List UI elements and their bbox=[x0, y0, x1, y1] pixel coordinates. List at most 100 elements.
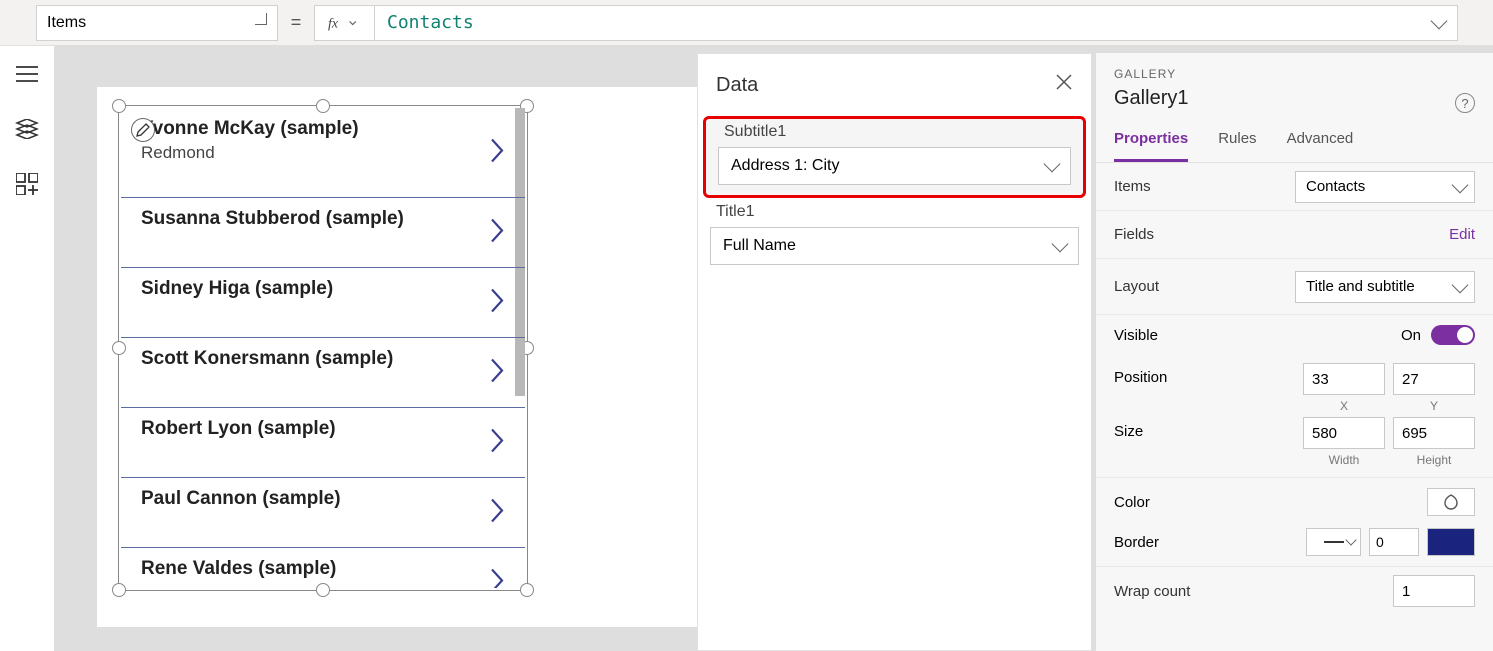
prop-row-color-border: Color Border bbox=[1096, 478, 1493, 567]
item-title: Robert Lyon (sample) bbox=[141, 418, 505, 440]
visible-toggle[interactable] bbox=[1431, 325, 1475, 345]
color-picker[interactable] bbox=[1427, 488, 1475, 516]
fx-button[interactable]: fx bbox=[314, 5, 374, 41]
chevron-down-icon bbox=[255, 13, 267, 25]
chevron-down-icon bbox=[1044, 156, 1061, 173]
size-label: Size bbox=[1114, 417, 1303, 440]
item-title: Sidney Higa (sample) bbox=[141, 278, 505, 300]
title-label: Title1 bbox=[710, 203, 1079, 221]
size-h-input[interactable] bbox=[1393, 417, 1475, 449]
property-selector[interactable]: Items bbox=[36, 5, 278, 41]
chevron-right-icon[interactable] bbox=[489, 136, 505, 169]
prop-row-visible-pos-size: Visible On Position X Y Size Width Heigh… bbox=[1096, 315, 1493, 478]
y-sublabel: Y bbox=[1393, 399, 1475, 413]
items-select[interactable]: Contacts bbox=[1295, 171, 1475, 203]
subtitle-value: Address 1: City bbox=[731, 157, 839, 175]
title-value: Full Name bbox=[723, 237, 796, 255]
properties-header: GALLERY Gallery1 ? bbox=[1096, 53, 1493, 118]
item-title: Yvonne McKay (sample) bbox=[141, 118, 505, 140]
border-style-select[interactable] bbox=[1306, 528, 1361, 556]
list-item[interactable]: Sidney Higa (sample) bbox=[121, 268, 525, 338]
tab-rules[interactable]: Rules bbox=[1218, 130, 1256, 162]
gallery-control[interactable]: Yvonne McKay (sample) Redmond Susanna Stub… bbox=[118, 105, 528, 591]
chevron-down-icon bbox=[1452, 276, 1469, 293]
title-field-group: Title1 Full Name bbox=[698, 198, 1091, 275]
chevron-down-icon bbox=[1052, 236, 1069, 253]
list-item[interactable]: Paul Cannon (sample) bbox=[121, 478, 525, 548]
prop-row-wrap: Wrap count bbox=[1096, 567, 1493, 615]
edit-icon[interactable] bbox=[131, 118, 155, 142]
list-item[interactable]: Yvonne McKay (sample) Redmond bbox=[121, 108, 525, 198]
data-button[interactable] bbox=[0, 156, 54, 211]
position-x-input[interactable] bbox=[1303, 363, 1385, 395]
item-title: Paul Cannon (sample) bbox=[141, 488, 505, 510]
chevron-right-icon[interactable] bbox=[489, 566, 505, 588]
items-value: Contacts bbox=[1306, 178, 1365, 195]
data-panel-title: Data bbox=[716, 74, 758, 97]
x-sublabel: X bbox=[1303, 399, 1385, 413]
wrap-label: Wrap count bbox=[1114, 583, 1393, 600]
close-icon[interactable] bbox=[1055, 73, 1073, 97]
chevron-down-icon bbox=[1431, 12, 1448, 29]
layout-value: Title and subtitle bbox=[1306, 278, 1415, 295]
items-label: Items bbox=[1114, 178, 1295, 195]
properties-tabs: Properties Rules Advanced bbox=[1096, 130, 1493, 163]
visible-label: Visible bbox=[1114, 327, 1401, 344]
position-y-input[interactable] bbox=[1393, 363, 1475, 395]
control-name: Gallery1 bbox=[1114, 87, 1475, 110]
subtitle-label: Subtitle1 bbox=[718, 123, 1071, 141]
fields-edit-link[interactable]: Edit bbox=[1449, 226, 1475, 243]
data-panel-header: Data bbox=[698, 54, 1091, 116]
chevron-down-icon bbox=[1345, 534, 1356, 545]
chevron-right-icon[interactable] bbox=[489, 496, 505, 529]
border-color-picker[interactable] bbox=[1427, 528, 1475, 556]
tab-advanced[interactable]: Advanced bbox=[1287, 130, 1354, 162]
prop-row-items: Items Contacts bbox=[1096, 163, 1493, 211]
chevron-right-icon[interactable] bbox=[489, 426, 505, 459]
size-w-input[interactable] bbox=[1303, 417, 1385, 449]
fields-label: Fields bbox=[1114, 226, 1449, 243]
layout-select[interactable]: Title and subtitle bbox=[1295, 271, 1475, 303]
chevron-right-icon[interactable] bbox=[489, 356, 505, 389]
tab-properties[interactable]: Properties bbox=[1114, 130, 1188, 162]
list-item[interactable]: Susanna Stubberod (sample) bbox=[121, 198, 525, 268]
equals-icon: = bbox=[278, 12, 314, 33]
prop-row-layout: Layout Title and subtitle bbox=[1096, 259, 1493, 315]
border-width-input[interactable] bbox=[1369, 528, 1419, 556]
item-subtitle: Redmond bbox=[141, 143, 505, 163]
tree-view-button[interactable] bbox=[0, 46, 54, 101]
canvas-area: Yvonne McKay (sample) Redmond Susanna Stub… bbox=[55, 45, 1493, 651]
visible-on-label: On bbox=[1401, 327, 1421, 344]
list-item[interactable]: Rene Valdes (sample) bbox=[121, 548, 525, 588]
list-item[interactable]: Scott Konersmann (sample) bbox=[121, 338, 525, 408]
chevron-right-icon[interactable] bbox=[489, 216, 505, 249]
item-title: Scott Konersmann (sample) bbox=[141, 348, 505, 370]
formula-bar: Items = fx Contacts bbox=[0, 0, 1493, 45]
color-label: Color bbox=[1114, 494, 1427, 511]
item-title: Susanna Stubberod (sample) bbox=[141, 208, 505, 230]
layout-label: Layout bbox=[1114, 278, 1295, 295]
properties-panel: GALLERY Gallery1 ? Properties Rules Adva… bbox=[1095, 53, 1493, 651]
help-icon[interactable]: ? bbox=[1455, 93, 1475, 113]
property-selected-label: Items bbox=[47, 14, 86, 32]
w-sublabel: Width bbox=[1303, 453, 1385, 467]
chevron-right-icon[interactable] bbox=[489, 286, 505, 319]
subtitle-select[interactable]: Address 1: City bbox=[718, 147, 1071, 185]
title-select[interactable]: Full Name bbox=[710, 227, 1079, 265]
left-rail bbox=[0, 45, 55, 651]
item-title: Rene Valdes (sample) bbox=[141, 558, 505, 580]
prop-row-fields: Fields Edit bbox=[1096, 211, 1493, 259]
list-item[interactable]: Robert Lyon (sample) bbox=[121, 408, 525, 478]
border-label: Border bbox=[1114, 534, 1306, 551]
wrap-input[interactable] bbox=[1393, 575, 1475, 607]
control-category: GALLERY bbox=[1114, 67, 1475, 81]
formula-input[interactable]: Contacts bbox=[374, 5, 1458, 41]
position-label: Position bbox=[1114, 363, 1303, 386]
svg-text:fx: fx bbox=[328, 16, 339, 31]
data-panel: Data Subtitle1 Address 1: City Title1 Fu… bbox=[697, 53, 1092, 651]
h-sublabel: Height bbox=[1393, 453, 1475, 467]
chevron-down-icon bbox=[1452, 176, 1469, 193]
formula-text: Contacts bbox=[387, 12, 474, 33]
insert-button[interactable] bbox=[0, 101, 54, 156]
subtitle-field-group: Subtitle1 Address 1: City bbox=[703, 116, 1086, 198]
